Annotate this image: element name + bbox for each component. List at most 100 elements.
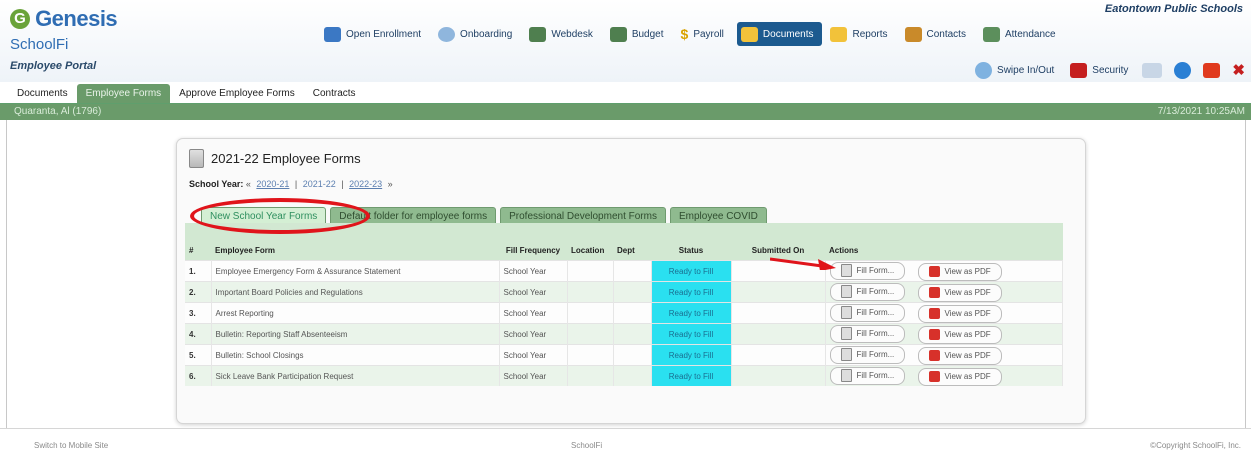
dept-cell xyxy=(613,281,652,303)
lock-icon xyxy=(1070,62,1088,78)
utility-nav: Swipe In/Out Security ✖ xyxy=(973,58,1245,82)
view-pdf-label: View as PDF xyxy=(944,288,991,297)
genesis-logo[interactable]: G Genesis SchoolFi Employee Portal xyxy=(10,6,118,72)
subtab-row: Documents Employee Forms Approve Employe… xyxy=(0,82,1251,104)
nav-label: Documents xyxy=(762,28,814,40)
fill-form-label: Fill Form... xyxy=(856,308,895,317)
annotation-circle xyxy=(190,198,370,234)
pdf-icon xyxy=(928,329,940,340)
table-row: 4. Bulletin: Reporting Staff Absenteeism S… xyxy=(185,323,1063,345)
nav-label: Attendance xyxy=(1004,28,1056,40)
fill-form-button[interactable]: Fill Form... xyxy=(829,345,906,364)
fill-frequency: School Year xyxy=(499,365,568,386)
nav-label: Onboarding xyxy=(460,28,513,40)
status-badge: Ready to Fill xyxy=(651,302,732,324)
row-number: 4. xyxy=(185,323,212,345)
tab-employee-forms[interactable]: Employee Forms xyxy=(76,84,171,103)
contacts-icon xyxy=(904,26,922,42)
fill-form-button[interactable]: Fill Form... xyxy=(829,282,906,301)
view-as-pdf-button[interactable]: View as PDF xyxy=(917,262,1002,281)
view-as-pdf-button[interactable]: View as PDF xyxy=(917,346,1002,365)
col-submitted-on: Submitted On xyxy=(731,223,825,261)
fill-form-button[interactable]: Fill Form... xyxy=(829,261,906,280)
tab-contracts[interactable]: Contracts xyxy=(304,84,365,103)
fill-form-label: Fill Form... xyxy=(856,371,895,380)
webdesk-icon xyxy=(529,26,547,42)
year-link[interactable]: 2020-21 xyxy=(256,179,289,189)
fill-form-button[interactable]: Fill Form... xyxy=(829,324,906,343)
clipboard-icon xyxy=(840,348,852,361)
row-number: 6. xyxy=(185,365,212,386)
nav-contacts[interactable]: Contacts xyxy=(901,22,975,46)
tab-documents[interactable]: Documents xyxy=(8,84,77,103)
nav-onboarding[interactable]: Onboarding xyxy=(434,22,521,46)
fill-form-label: Fill Form... xyxy=(856,329,895,338)
mobile-site-link[interactable]: Switch to Mobile Site xyxy=(34,441,108,450)
portal-label: Employee Portal xyxy=(10,60,97,72)
fill-form-button[interactable]: Fill Form... xyxy=(829,303,906,322)
actions-cell: Fill Form... View as PDF xyxy=(825,260,1063,282)
dept-cell xyxy=(613,302,652,324)
close-icon[interactable]: ✖ xyxy=(1232,61,1245,79)
pdf-icon xyxy=(928,308,940,319)
nav-attendance[interactable]: Attendance xyxy=(979,22,1065,46)
row-number: 1. xyxy=(185,260,212,282)
view-as-pdf-button[interactable]: View as PDF xyxy=(917,283,1002,302)
view-as-pdf-button[interactable]: View as PDF xyxy=(917,304,1002,323)
table-row: 2. Important Board Policies and Regulatio… xyxy=(185,281,1063,303)
budget-icon xyxy=(609,26,627,42)
mail-icon[interactable] xyxy=(1142,62,1163,78)
location-cell xyxy=(567,344,614,366)
clipboard-icon xyxy=(840,285,852,298)
actions-cell: Fill Form... View as PDF xyxy=(825,344,1063,366)
tab-approve-employee-forms[interactable]: Approve Employee Forms xyxy=(170,84,304,103)
status-badge: Ready to Fill xyxy=(651,323,732,345)
nav-documents[interactable]: Documents xyxy=(736,22,823,46)
help-icon[interactable] xyxy=(1174,61,1192,79)
form-name: Arrest Reporting xyxy=(211,302,500,324)
video-icon[interactable] xyxy=(1203,62,1221,78)
nav-reports[interactable]: Reports xyxy=(826,22,896,46)
row-number: 5. xyxy=(185,344,212,366)
nav-webdesk[interactable]: Webdesk xyxy=(525,22,602,46)
nav-budget[interactable]: Budget xyxy=(606,22,673,46)
view-as-pdf-button[interactable]: View as PDF xyxy=(917,325,1002,344)
col-fill-frequency: Fill Frequency xyxy=(499,223,567,261)
district-name: Eatontown Public Schools xyxy=(1104,3,1243,15)
submitted-on-cell xyxy=(731,344,826,366)
year-link[interactable]: 2022-23 xyxy=(349,179,382,189)
form-name: Bulletin: School Closings xyxy=(211,344,500,366)
nav-label: Payroll xyxy=(693,28,724,40)
annotation-arrow-icon xyxy=(770,257,836,270)
copyright: ©Copyright SchoolFi, Inc. xyxy=(1150,441,1241,450)
security-button[interactable]: Security xyxy=(1068,58,1130,82)
form-name: Bulletin: Reporting Staff Absenteeism xyxy=(211,323,500,345)
view-as-pdf-button[interactable]: View as PDF xyxy=(917,367,1002,386)
logo-title: Genesis xyxy=(35,6,118,31)
view-pdf-label: View as PDF xyxy=(944,372,991,381)
submitted-on-cell xyxy=(731,323,826,345)
dept-cell xyxy=(613,260,652,282)
genesis-g-icon: G xyxy=(10,9,30,29)
nav-label: Budget xyxy=(631,28,664,40)
onboarding-icon xyxy=(438,26,456,42)
fill-form-label: Fill Form... xyxy=(856,266,895,275)
view-pdf-label: View as PDF xyxy=(944,330,991,339)
fill-frequency: School Year xyxy=(499,323,568,345)
fill-form-button[interactable]: Fill Form... xyxy=(829,366,906,385)
table-row: 3. Arrest Reporting School Year Ready to Fi… xyxy=(185,302,1063,324)
dept-cell xyxy=(613,323,652,345)
swipe-button[interactable]: Swipe In/Out xyxy=(973,58,1056,82)
nav-payroll[interactable]: $ Payroll xyxy=(677,22,733,46)
calendar-icon xyxy=(982,26,1000,42)
nav-label: Contacts xyxy=(926,28,966,40)
form-name: Employee Emergency Form & Assurance Stat… xyxy=(211,260,500,282)
actions-cell: Fill Form... View as PDF xyxy=(825,323,1063,345)
swipe-label: Swipe In/Out xyxy=(997,64,1055,76)
clipboard-icon xyxy=(840,369,852,382)
page-footer: Switch to Mobile Site SchoolFi ©Copyrigh… xyxy=(0,428,1251,465)
nav-open-enrollment[interactable]: Open Enrollment xyxy=(320,22,430,46)
col-dept: Dept xyxy=(613,223,651,261)
form-name: Sick Leave Bank Participation Request xyxy=(211,365,500,386)
actions-cell: Fill Form... View as PDF xyxy=(825,281,1063,303)
